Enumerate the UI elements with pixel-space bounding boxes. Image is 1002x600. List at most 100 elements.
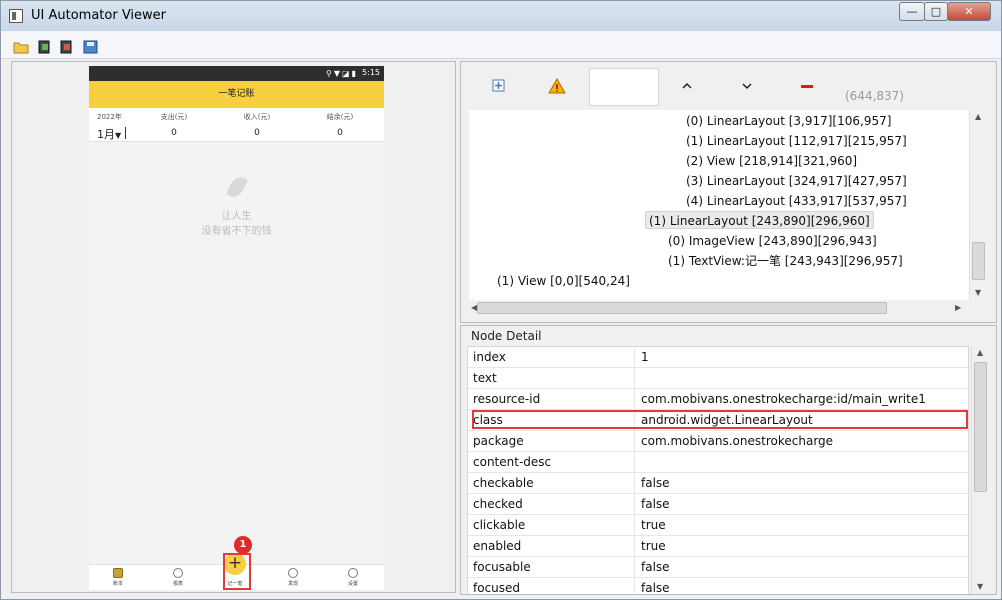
- month-selector[interactable]: 1月▼: [97, 126, 121, 142]
- row-key: checkable: [473, 476, 534, 490]
- tree-horizontal-scrollbar[interactable]: ◀ ▶: [469, 300, 969, 316]
- table-row[interactable]: enabled true: [468, 536, 968, 557]
- toggle-nav-icon[interactable]: [797, 76, 817, 96]
- income-column: 收入(元) 0: [217, 112, 297, 138]
- ledger-icon: [113, 568, 123, 578]
- balance-value: 0: [337, 128, 343, 138]
- warning-icon[interactable]: [547, 76, 567, 96]
- expand-all-icon[interactable]: [489, 76, 509, 96]
- node-detail-table[interactable]: index 1 text resource-id com.mobivans.ones…: [467, 346, 969, 595]
- table-row[interactable]: checkable false: [468, 473, 968, 494]
- scroll-up-arrow-icon[interactable]: ▲: [975, 112, 981, 121]
- chevron-up-icon[interactable]: [677, 76, 697, 96]
- nav-discover[interactable]: 发现: [278, 568, 308, 587]
- status-time: 5:15: [362, 68, 380, 77]
- app-icon: [9, 9, 23, 23]
- empty-state: 让人生 没有省不下的钱: [89, 174, 384, 237]
- tree-node[interactable]: (0) LinearLayout [3,917][106,957]: [686, 112, 891, 130]
- open-folder-icon[interactable]: [13, 40, 29, 54]
- row-key: content-desc: [473, 455, 552, 469]
- tree-node[interactable]: (4) LinearLayout [433,917][537,957]: [686, 192, 907, 210]
- row-value: com.mobivans.onestrokecharge:id/main_wri…: [641, 392, 926, 406]
- row-value: com.mobivans.onestrokecharge: [641, 434, 834, 448]
- phone-screen[interactable]: ⚲▼◪▮ 5:15 一笔记账 2022年 1月▼ 支出(元) 0 收入(元) 0: [89, 66, 384, 590]
- save-icon[interactable]: [83, 40, 99, 54]
- hierarchy-tree[interactable]: (0) LinearLayout [3,917][106,957] (1) Li…: [469, 110, 969, 300]
- tree-node[interactable]: (0) ImageView [243,890][296,943]: [668, 232, 877, 250]
- table-row[interactable]: text: [468, 368, 968, 389]
- table-row[interactable]: checked false: [468, 494, 968, 515]
- tree-horizontal-thumb[interactable]: [477, 302, 887, 314]
- tree-vertical-thumb[interactable]: [972, 242, 985, 280]
- row-key: enabled: [473, 539, 522, 553]
- balance-label: 结余(元): [326, 113, 354, 121]
- expense-column: 支出(元) 0: [134, 112, 214, 138]
- app-window: UI Automator Viewer — □ ✕ ⚲▼◪▮ 5:15 一笔记账: [0, 0, 1002, 600]
- nav-reports[interactable]: 报表: [163, 568, 193, 587]
- feather-icon: [225, 174, 248, 200]
- tree-node[interactable]: (3) LinearLayout [324,917][427,957]: [686, 172, 907, 190]
- expense-label: 支出(元): [160, 113, 188, 121]
- empty-line-2: 没有省不下的钱: [201, 226, 272, 237]
- column-divider: [634, 347, 635, 368]
- resource-id-highlight: [472, 410, 968, 429]
- table-row[interactable]: focusable false: [468, 557, 968, 578]
- table-row[interactable]: package com.mobivans.onestrokecharge: [468, 431, 968, 452]
- nav-settings[interactable]: 设置: [338, 568, 368, 587]
- income-value: 0: [254, 128, 260, 138]
- row-value: false: [641, 476, 670, 490]
- app-title: 一笔记账: [89, 81, 384, 108]
- income-label: 收入(元): [243, 113, 271, 121]
- scroll-down-arrow-icon[interactable]: ▼: [975, 288, 981, 297]
- tree-node[interactable]: (1) LinearLayout [112,917][215,957]: [686, 132, 907, 150]
- row-key: clickable: [473, 518, 526, 532]
- maximize-button[interactable]: □: [924, 2, 948, 21]
- row-value: 1: [641, 350, 649, 364]
- hierarchy-toolbar: (644,837): [461, 62, 996, 110]
- table-row[interactable]: focused false: [468, 578, 968, 595]
- detail-vertical-thumb[interactable]: [974, 362, 987, 492]
- column-divider: [634, 389, 635, 410]
- scroll-down-arrow-icon[interactable]: ▼: [977, 582, 983, 591]
- tree-node[interactable]: (1) View [0,0][540,24]: [497, 272, 630, 290]
- scroll-right-arrow-icon[interactable]: ▶: [955, 303, 961, 312]
- tree-node[interactable]: (2) View [218,914][321,960]: [686, 152, 857, 170]
- month-arrow-icon: ▼: [115, 131, 122, 140]
- close-button[interactable]: ✕: [947, 2, 991, 21]
- title-bar[interactable]: UI Automator Viewer — □ ✕: [1, 1, 1001, 31]
- nav-ledger-label: 账本: [112, 581, 123, 587]
- row-key: focused: [473, 581, 521, 595]
- scroll-up-arrow-icon[interactable]: ▲: [977, 348, 983, 357]
- device-screenshot-icon[interactable]: [37, 40, 53, 54]
- summary-bar: 2022年 1月▼ 支出(元) 0 收入(元) 0 结余(元) 0: [89, 108, 384, 142]
- device-screenshot-pane[interactable]: ⚲▼◪▮ 5:15 一笔记账 2022年 1月▼ 支出(元) 0 收入(元) 0: [11, 61, 456, 593]
- nav-settings-label: 设置: [347, 581, 358, 587]
- column-divider: [634, 494, 635, 515]
- row-value: false: [641, 497, 670, 511]
- tree-node[interactable]: (1) TextView:记一笔 [243,943][296,957]: [668, 252, 903, 270]
- node-preview-box: [589, 68, 659, 106]
- table-row[interactable]: index 1: [468, 347, 968, 368]
- detail-vertical-scrollbar[interactable]: ▲ ▼: [971, 346, 989, 594]
- column-divider: [634, 452, 635, 473]
- table-row[interactable]: clickable true: [468, 515, 968, 536]
- tree-vertical-scrollbar[interactable]: ▲ ▼: [969, 110, 987, 300]
- row-key: resource-id: [473, 392, 541, 406]
- row-key: index: [473, 350, 506, 364]
- discover-icon: [288, 568, 298, 578]
- main-toolbar: [1, 31, 1001, 59]
- month-label: 1月: [97, 128, 115, 141]
- column-divider: [634, 473, 635, 494]
- row-key: text: [473, 371, 497, 385]
- expense-value: 0: [171, 128, 177, 138]
- device-screenshot-compressed-icon[interactable]: [59, 40, 75, 54]
- table-row[interactable]: content-desc: [468, 452, 968, 473]
- table-row[interactable]: resource-id com.mobivans.onestrokecharge:…: [468, 389, 968, 410]
- nav-ledger[interactable]: 账本: [103, 568, 133, 587]
- column-divider: [634, 557, 635, 578]
- chevron-down-icon[interactable]: [737, 76, 757, 96]
- node-detail-title: Node Detail: [471, 329, 542, 343]
- minimize-button[interactable]: —: [899, 2, 925, 21]
- balance-column: 结余(元) 0: [300, 112, 380, 138]
- tree-node-selected[interactable]: (1) LinearLayout [243,890][296,960]: [645, 211, 874, 229]
